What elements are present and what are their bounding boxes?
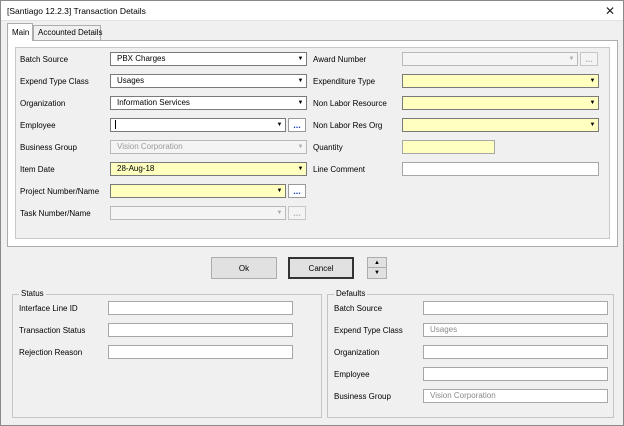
quantity-label: Quantity <box>313 143 343 152</box>
defaults-expend-type-class-label: Expend Type Class <box>334 326 403 335</box>
window-title: [Santiago 12.2.3] Transaction Details <box>7 6 146 16</box>
record-navigator[interactable]: ▲ ▼ <box>367 257 387 279</box>
batch-source-label: Batch Source <box>20 55 69 64</box>
chevron-down-icon[interactable]: ▼ <box>274 207 285 219</box>
ok-button[interactable]: Ok <box>211 257 277 279</box>
chevron-down-icon[interactable]: ▼ <box>566 53 577 65</box>
batch-source-value: PBX Charges <box>117 54 166 63</box>
project-lov-button[interactable]: ... <box>288 184 306 198</box>
defaults-employee-label: Employee <box>334 370 370 379</box>
project-number-label: Project Number/Name <box>20 187 100 196</box>
defaults-business-group-field[interactable]: Vision Corporation <box>423 389 608 403</box>
employee-lov-button[interactable]: ... <box>288 118 306 132</box>
rejection-reason-label: Rejection Reason <box>19 348 83 357</box>
interface-line-id-label: Interface Line ID <box>19 304 78 313</box>
defaults-batch-source-label: Batch Source <box>334 304 383 313</box>
project-number-field[interactable]: ▼ <box>110 184 286 198</box>
non-labor-res-org-select[interactable]: ▼ <box>402 118 599 132</box>
expenditure-type-select[interactable]: ▼ <box>402 74 599 88</box>
item-date-value: 28-Aug-18 <box>117 164 155 173</box>
transaction-details-window: [Santiago 12.2.3] Transaction Details ✕ … <box>0 0 624 426</box>
item-date-label: Item Date <box>20 165 55 174</box>
close-icon[interactable]: ✕ <box>599 2 621 19</box>
non-labor-resource-select[interactable]: ▼ <box>402 96 599 110</box>
title-bar[interactable]: [Santiago 12.2.3] Transaction Details ✕ <box>1 1 623 21</box>
chevron-down-icon[interactable]: ▼ <box>274 119 285 131</box>
defaults-batch-source-field[interactable] <box>423 301 608 315</box>
organization-value: Information Services <box>117 98 190 107</box>
award-number-field[interactable]: ▼ <box>402 52 578 66</box>
organization-label: Organization <box>20 99 66 108</box>
chevron-down-icon[interactable]: ▼ <box>587 119 598 131</box>
interface-line-id-field[interactable] <box>108 301 293 315</box>
business-group-value: Vision Corporation <box>117 142 183 151</box>
defaults-expend-type-class-value: Usages <box>430 325 458 334</box>
item-date-field[interactable]: 28-Aug-18 ▼ <box>110 162 307 176</box>
defaults-employee-field[interactable] <box>423 367 608 381</box>
chevron-down-icon[interactable]: ▼ <box>587 97 598 109</box>
expenditure-type-label: Expenditure Type <box>313 77 376 86</box>
chevron-down-icon[interactable]: ▼ <box>295 97 306 109</box>
chevron-down-icon[interactable]: ▼ <box>587 75 598 87</box>
line-comment-field[interactable] <box>402 162 599 176</box>
business-group-label: Business Group <box>20 143 77 152</box>
defaults-organization-label: Organization <box>334 348 380 357</box>
transaction-status-field[interactable] <box>108 323 293 337</box>
expend-type-class-value: Usages <box>117 76 145 85</box>
non-labor-res-org-label: Non Labor Res Org <box>313 121 383 130</box>
quantity-field[interactable] <box>402 140 495 154</box>
batch-source-select[interactable]: PBX Charges ▼ <box>110 52 307 66</box>
chevron-down-icon[interactable]: ▼ <box>368 268 386 278</box>
line-comment-label: Line Comment <box>313 165 366 174</box>
chevron-down-icon[interactable]: ▼ <box>295 53 306 65</box>
status-group-title: Status <box>19 289 46 299</box>
chevron-down-icon[interactable]: ▼ <box>295 141 306 153</box>
defaults-group-title: Defaults <box>334 289 368 299</box>
text-cursor <box>115 120 116 130</box>
award-number-label: Award Number <box>313 55 367 64</box>
award-lov-button[interactable]: ... <box>580 52 598 66</box>
chevron-up-icon[interactable]: ▲ <box>368 258 386 268</box>
defaults-business-group-label: Business Group <box>334 392 391 401</box>
chevron-down-icon[interactable]: ▼ <box>295 163 306 175</box>
expend-type-class-select[interactable]: Usages ▼ <box>110 74 307 88</box>
employee-label: Employee <box>20 121 56 130</box>
cancel-button[interactable]: Cancel <box>288 257 354 279</box>
business-group-select[interactable]: Vision Corporation ▼ <box>110 140 307 154</box>
task-number-label: Task Number/Name <box>20 209 91 218</box>
organization-select[interactable]: Information Services ▼ <box>110 96 307 110</box>
task-number-field[interactable]: ▼ <box>110 206 286 220</box>
defaults-organization-field[interactable] <box>423 345 608 359</box>
non-labor-resource-label: Non Labor Resource <box>313 99 387 108</box>
defaults-business-group-value: Vision Corporation <box>430 391 496 400</box>
chevron-down-icon[interactable]: ▼ <box>295 75 306 87</box>
tab-main[interactable]: Main <box>7 23 33 41</box>
transaction-status-label: Transaction Status <box>19 326 86 335</box>
employee-field[interactable]: ▼ <box>110 118 286 132</box>
defaults-expend-type-class-field[interactable]: Usages <box>423 323 608 337</box>
chevron-down-icon[interactable]: ▼ <box>274 185 285 197</box>
task-lov-button[interactable]: ... <box>288 206 306 220</box>
expend-type-class-label: Expend Type Class <box>20 77 89 86</box>
tab-accounted-details[interactable]: Accounted Details <box>33 25 102 40</box>
rejection-reason-field[interactable] <box>108 345 293 359</box>
